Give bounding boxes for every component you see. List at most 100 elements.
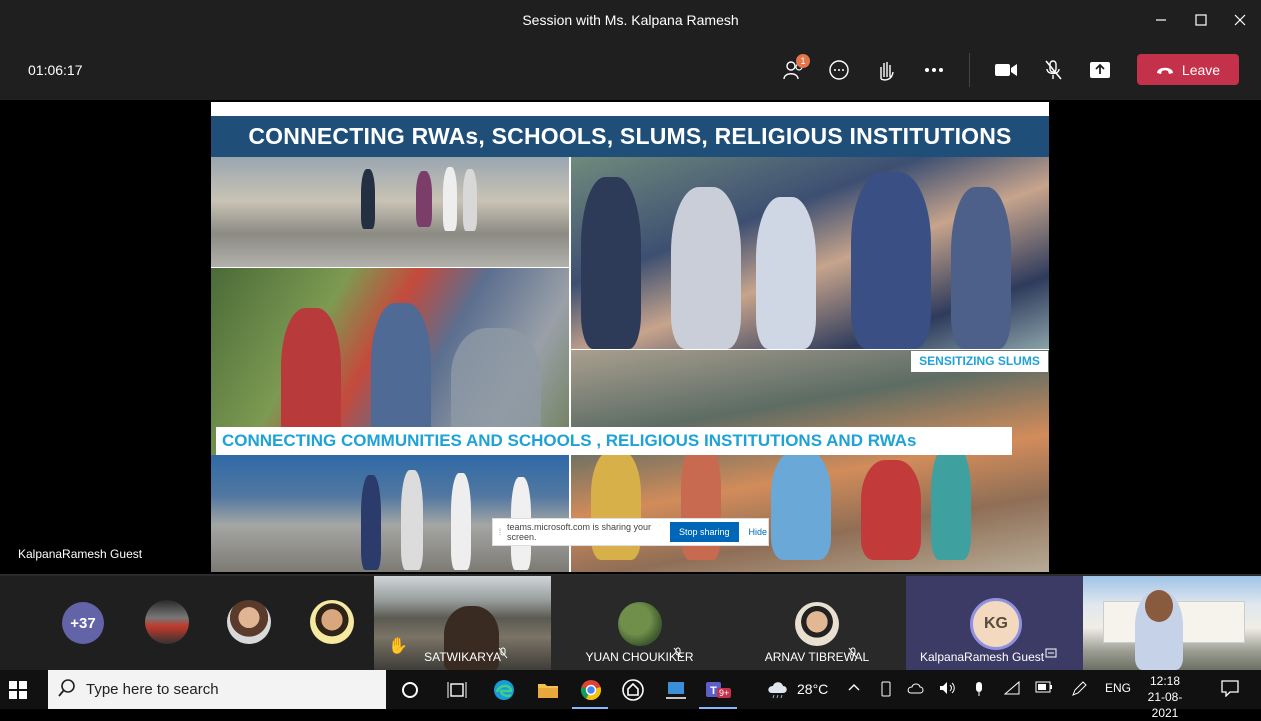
participant-name: YUAN CHOUKIKER — [585, 650, 694, 664]
participants-button[interactable]: 1 — [778, 54, 810, 85]
participant-initials-avatar: KG — [970, 598, 1022, 650]
participant-avatar — [795, 602, 839, 646]
edge-icon — [494, 680, 514, 700]
slide-tag-sensitizing-slums: SENSITIZING SLUMS — [911, 351, 1048, 372]
volume-icon[interactable] — [939, 681, 957, 698]
mic-off-icon — [848, 646, 858, 664]
edge-taskbar-icon[interactable] — [492, 678, 516, 702]
participant-tile[interactable]: ARNAV TIBREWAL — [728, 576, 906, 670]
weather-icon[interactable] — [766, 679, 790, 702]
file-explorer-taskbar-icon[interactable] — [536, 678, 560, 702]
mic-button[interactable] — [1037, 55, 1069, 85]
participant-avatar[interactable] — [227, 600, 271, 644]
pen-icon[interactable] — [1071, 681, 1087, 700]
device-icon[interactable] — [880, 681, 892, 700]
stop-sharing-button[interactable]: Stop sharing — [670, 522, 739, 542]
input-language[interactable]: ENG — [1105, 681, 1131, 695]
pinned-taskbar-icon[interactable] — [664, 678, 688, 702]
participant-tile-speaking[interactable]: KG KalpanaRamesh Guest — [906, 576, 1083, 670]
app-taskbar-icon[interactable] — [621, 678, 645, 702]
hide-share-bar-link[interactable]: Hide — [749, 527, 768, 537]
toolbar-separator — [969, 53, 970, 87]
reactions-button[interactable] — [870, 55, 902, 85]
slide-photo-street-group — [211, 455, 569, 572]
cortana-button[interactable] — [398, 678, 422, 702]
clock-date: 21-08-2021 — [1147, 690, 1183, 720]
chat-icon — [829, 60, 849, 80]
participant-name: SATWIKARYA — [424, 650, 501, 664]
raise-hand-icon — [880, 62, 894, 81]
windows-taskbar: Type here to search T 9+ 28°C ENG 12:18 … — [0, 670, 1261, 720]
drag-handle-icon[interactable]: ⁞ — [493, 527, 507, 537]
chat-button[interactable] — [823, 55, 855, 85]
task-view-button[interactable] — [445, 678, 469, 702]
tablet-icon — [666, 682, 686, 699]
leave-button[interactable]: Leave — [1137, 54, 1239, 85]
participant-name: KalpanaRamesh Guest — [920, 650, 1045, 664]
participant-tile[interactable]: ✋ SATWIKARYA — [374, 576, 551, 670]
pinned-app-icon — [622, 679, 644, 701]
cloud-icon[interactable] — [907, 681, 925, 698]
slide-photo-rwa-street — [211, 157, 569, 267]
window-title: Session with Ms. Kalpana Ramesh — [522, 12, 739, 28]
mic-off-icon — [673, 646, 683, 664]
minimize-icon — [1156, 19, 1166, 21]
windows-logo-icon — [9, 681, 27, 699]
start-button[interactable] — [8, 680, 28, 705]
slide-caption: CONNECTING COMMUNITIES AND SCHOOLS , REL… — [216, 427, 1012, 455]
search-icon — [58, 678, 76, 701]
folder-icon — [538, 684, 558, 698]
more-icon — [925, 68, 943, 72]
wifi-icon[interactable] — [1003, 680, 1020, 698]
slide-title: CONNECTING RWAs, SCHOOLS, SLUMS, RELIGIO… — [211, 116, 1049, 157]
meeting-timer: 01:06:17 — [28, 62, 83, 78]
maximize-button[interactable] — [1186, 8, 1216, 32]
mic-off-icon — [498, 646, 508, 664]
notifications-icon[interactable] — [1221, 679, 1239, 700]
participant-avatar[interactable] — [310, 600, 354, 644]
close-icon — [1234, 14, 1246, 26]
mic-off-icon — [1045, 60, 1062, 80]
task-view-icon — [447, 682, 467, 698]
clock-time: 12:18 — [1149, 674, 1181, 688]
title-bar: Session with Ms. Kalpana Ramesh — [0, 0, 1261, 40]
teams-taskbar-icon[interactable]: T 9+ — [705, 678, 732, 702]
share-tray-icon — [1090, 62, 1110, 78]
battery-icon[interactable] — [1035, 681, 1053, 696]
participant-avatar — [617, 602, 662, 646]
leave-label: Leave — [1181, 61, 1221, 78]
shared-screen-stage: CONNECTING RWAs, SCHOOLS, SLUMS, RELIGIO… — [0, 100, 1261, 576]
teams-badge: 9+ — [717, 688, 732, 698]
share-message: teams.microsoft.com is sharing your scre… — [507, 522, 652, 542]
more-actions-button[interactable] — [918, 55, 950, 85]
camera-button[interactable] — [990, 55, 1022, 85]
video-camera-icon — [995, 64, 1017, 76]
chrome-taskbar-icon[interactable] — [579, 678, 603, 702]
participants-badge: 1 — [796, 54, 810, 68]
participant-tile[interactable]: YUAN CHOUKIKER — [551, 576, 728, 670]
taskbar-search-box[interactable]: Type here to search — [48, 670, 386, 709]
more-participants-button[interactable]: +37 — [62, 602, 104, 644]
screen-share-indicator-icon — [1045, 646, 1057, 664]
participant-avatar[interactable] — [145, 600, 189, 644]
share-screen-button[interactable] — [1084, 55, 1116, 85]
participant-name: ARNAV TIBREWAL — [764, 650, 870, 664]
self-view-tile[interactable] — [1083, 576, 1261, 670]
cortana-circle-icon — [402, 682, 418, 698]
weather-temperature[interactable]: 28°C — [797, 681, 828, 697]
screen-share-notification: ⁞ teams.microsoft.com is sharing your sc… — [492, 518, 769, 546]
chevron-up-icon[interactable] — [848, 681, 860, 695]
maximize-icon — [1195, 14, 1207, 26]
slide-photo-school-students — [571, 157, 1049, 349]
microphone-icon[interactable] — [974, 681, 984, 700]
presenter-name-label: KalpanaRamesh Guest — [18, 547, 143, 561]
presentation-slide: CONNECTING RWAs, SCHOOLS, SLUMS, RELIGIO… — [211, 102, 1049, 572]
search-placeholder: Type here to search — [86, 681, 219, 698]
minimize-button[interactable] — [1146, 8, 1176, 32]
close-button[interactable] — [1225, 8, 1255, 32]
meeting-toolbar: 01:06:17 1 Leave — [0, 40, 1261, 100]
chrome-icon — [581, 680, 601, 701]
participants-strip: +37 ✋ SATWIKARYA YUAN CHOUKIKER ARNAV TI… — [0, 576, 1261, 670]
taskbar-clock[interactable]: 12:18 21-08-2021 — [1140, 673, 1190, 721]
hang-up-icon — [1156, 67, 1173, 74]
